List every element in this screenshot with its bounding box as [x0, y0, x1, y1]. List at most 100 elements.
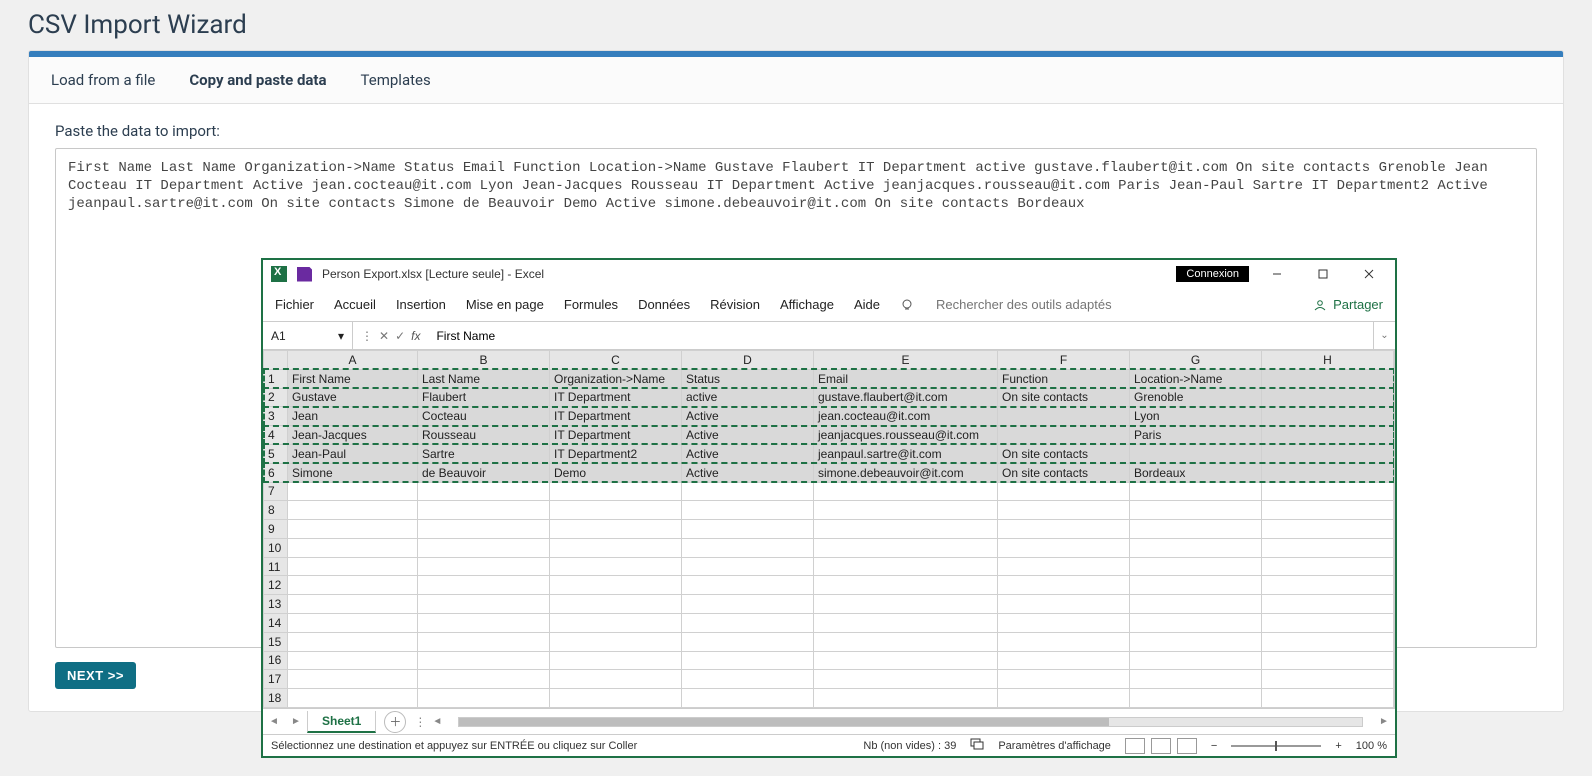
cell[interactable]: [1262, 520, 1394, 539]
cell[interactable]: [288, 670, 418, 689]
cell[interactable]: Jean: [288, 407, 418, 426]
cell[interactable]: Active: [682, 426, 814, 445]
cell[interactable]: [1130, 670, 1262, 689]
table-row[interactable]: 16: [264, 651, 1394, 670]
save-icon[interactable]: [297, 267, 312, 282]
share-button[interactable]: Partager: [1313, 297, 1383, 312]
spreadsheet-grid[interactable]: A B C D E F G H 1 First Name Last Name O…: [263, 350, 1395, 708]
cell[interactable]: [998, 557, 1130, 576]
table-row[interactable]: 4 Jean-Jacques Rousseau IT Department Ac…: [264, 426, 1394, 445]
cell[interactable]: [814, 520, 998, 539]
table-row[interactable]: 18: [264, 689, 1394, 708]
cell[interactable]: [682, 482, 814, 501]
ribbon-data[interactable]: Données: [638, 297, 690, 312]
cell[interactable]: [550, 651, 682, 670]
cell[interactable]: [998, 670, 1130, 689]
cell[interactable]: [998, 651, 1130, 670]
cell[interactable]: [288, 557, 418, 576]
cell[interactable]: [1262, 501, 1394, 520]
table-row[interactable]: 13: [264, 595, 1394, 614]
cell[interactable]: [814, 632, 998, 651]
cell[interactable]: [1262, 595, 1394, 614]
connexion-button[interactable]: Connexion: [1176, 266, 1249, 282]
cell[interactable]: [1130, 557, 1262, 576]
cell[interactable]: [1262, 388, 1394, 407]
cell[interactable]: [814, 689, 998, 708]
table-row[interactable]: 5 Jean-Paul Sartre IT Department2 Active…: [264, 444, 1394, 463]
cell[interactable]: [550, 576, 682, 595]
cell[interactable]: [1130, 651, 1262, 670]
cell[interactable]: [288, 520, 418, 539]
cell[interactable]: [550, 595, 682, 614]
cell[interactable]: Grenoble: [1130, 388, 1262, 407]
cell[interactable]: [288, 632, 418, 651]
cell[interactable]: [1262, 557, 1394, 576]
table-row[interactable]: 9: [264, 520, 1394, 539]
cell[interactable]: Cocteau: [418, 407, 550, 426]
view-page-break-button[interactable]: [1177, 738, 1197, 754]
table-row[interactable]: 1 First Name Last Name Organization->Nam…: [264, 369, 1394, 388]
cancel-formula-icon[interactable]: ✕: [379, 329, 389, 343]
cell[interactable]: Rousseau: [418, 426, 550, 445]
row-header[interactable]: 7: [264, 482, 288, 501]
cell[interactable]: [1130, 482, 1262, 501]
cell[interactable]: [1130, 613, 1262, 632]
table-row[interactable]: 8: [264, 501, 1394, 520]
cell[interactable]: [418, 632, 550, 651]
cell[interactable]: [1262, 538, 1394, 557]
cell[interactable]: [550, 689, 682, 708]
row-header[interactable]: 8: [264, 501, 288, 520]
row-header[interactable]: 12: [264, 576, 288, 595]
view-normal-button[interactable]: [1125, 738, 1145, 754]
col-header-g[interactable]: G: [1130, 351, 1262, 370]
cell[interactable]: [1262, 444, 1394, 463]
cell[interactable]: First Name: [288, 369, 418, 388]
zoom-slider[interactable]: [1231, 745, 1321, 747]
cell[interactable]: Active: [682, 407, 814, 426]
cell[interactable]: [1130, 576, 1262, 595]
sheet-options-icon[interactable]: ⋮: [414, 715, 426, 729]
cell[interactable]: [682, 689, 814, 708]
cell[interactable]: [682, 595, 814, 614]
ribbon-insert[interactable]: Insertion: [396, 297, 446, 312]
cell[interactable]: jeanpaul.sartre@it.com: [814, 444, 998, 463]
table-row[interactable]: 14: [264, 613, 1394, 632]
table-row[interactable]: 7: [264, 482, 1394, 501]
cell[interactable]: [1262, 463, 1394, 482]
view-page-layout-button[interactable]: [1151, 738, 1171, 754]
cell[interactable]: [550, 520, 682, 539]
cell[interactable]: [682, 632, 814, 651]
cell[interactable]: [998, 426, 1130, 445]
cell[interactable]: [1130, 595, 1262, 614]
cell[interactable]: active: [682, 388, 814, 407]
cell[interactable]: On site contacts: [998, 388, 1130, 407]
cell[interactable]: [1262, 576, 1394, 595]
cell[interactable]: [998, 595, 1130, 614]
row-header[interactable]: 17: [264, 670, 288, 689]
cell[interactable]: Sartre: [418, 444, 550, 463]
add-sheet-button[interactable]: ＋: [384, 711, 406, 733]
cell[interactable]: [1262, 651, 1394, 670]
cell[interactable]: jean.cocteau@it.com: [814, 407, 998, 426]
horizontal-scrollbar[interactable]: [458, 717, 1363, 727]
hscroll-left-icon[interactable]: ◄: [426, 716, 448, 727]
cell[interactable]: [814, 482, 998, 501]
cell[interactable]: gustave.flaubert@it.com: [814, 388, 998, 407]
cell[interactable]: [998, 501, 1130, 520]
table-row[interactable]: 15: [264, 632, 1394, 651]
cell[interactable]: Gustave: [288, 388, 418, 407]
table-row[interactable]: 6 Simone de Beauvoir Demo Active simone.…: [264, 463, 1394, 482]
display-settings-label[interactable]: Paramètres d'affichage: [998, 740, 1111, 752]
cell[interactable]: [418, 595, 550, 614]
sheet-nav-next[interactable]: ►: [285, 716, 307, 727]
cell[interactable]: [1262, 670, 1394, 689]
cell[interactable]: [682, 501, 814, 520]
cell[interactable]: [814, 557, 998, 576]
cell[interactable]: [288, 651, 418, 670]
cell[interactable]: IT Department2: [550, 444, 682, 463]
cell[interactable]: Demo: [550, 463, 682, 482]
cell[interactable]: Function: [998, 369, 1130, 388]
cell[interactable]: [998, 407, 1130, 426]
col-header-f[interactable]: F: [998, 351, 1130, 370]
hscroll-right-icon[interactable]: ►: [1373, 716, 1395, 727]
